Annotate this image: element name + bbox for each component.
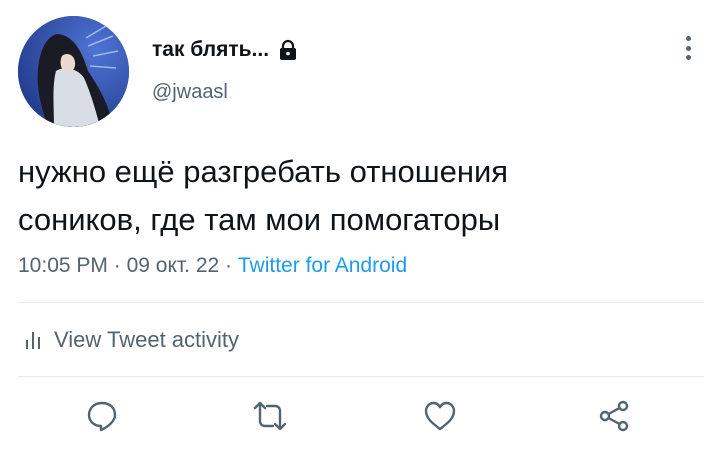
display-name-row[interactable]: так блять...	[152, 38, 299, 62]
display-name[interactable]: так блять...	[152, 38, 269, 62]
tweet-time[interactable]: 10:05 PM	[18, 254, 108, 277]
more-dot-icon	[685, 45, 691, 51]
reply-button[interactable]	[82, 396, 122, 436]
lock-icon	[280, 39, 297, 60]
tweet-text-line: нужно ещё разгребать отношения	[18, 154, 509, 189]
reply-icon	[87, 401, 117, 432]
retweet-button[interactable]	[250, 396, 290, 436]
heart-icon	[424, 401, 456, 431]
retweet-icon	[253, 401, 287, 431]
divider	[18, 376, 704, 377]
more-dot-icon	[685, 36, 691, 41]
share-button[interactable]	[594, 396, 634, 436]
tweet-text: нужно ещё разгребать отношения соников, …	[18, 148, 698, 244]
avatar-image	[18, 16, 129, 127]
view-tweet-activity-button[interactable]: View Tweet activity	[24, 327, 239, 353]
user-handle[interactable]: @jwaasl	[152, 81, 228, 104]
view-tweet-activity-label: View Tweet activity	[54, 327, 240, 352]
avatar[interactable]	[18, 16, 129, 127]
meta-separator: ·	[113, 254, 121, 277]
tweet-text-line: соников, где там мои помогаторы	[18, 202, 501, 237]
like-button[interactable]	[420, 396, 460, 436]
more-options-button[interactable]	[678, 32, 698, 64]
divider	[18, 302, 704, 303]
tweet-date[interactable]: 09 окт. 22	[127, 254, 220, 277]
tweet-source-link[interactable]: Twitter for Android	[238, 254, 407, 277]
more-dot-icon	[685, 55, 691, 60]
share-icon	[599, 400, 629, 432]
bar-chart-icon	[26, 332, 40, 349]
tweet-meta: 10:05 PM · 09 окт. 22 · Twitter for Andr…	[18, 254, 407, 278]
tweet-action-bar	[0, 396, 720, 440]
meta-separator: ·	[225, 254, 233, 277]
